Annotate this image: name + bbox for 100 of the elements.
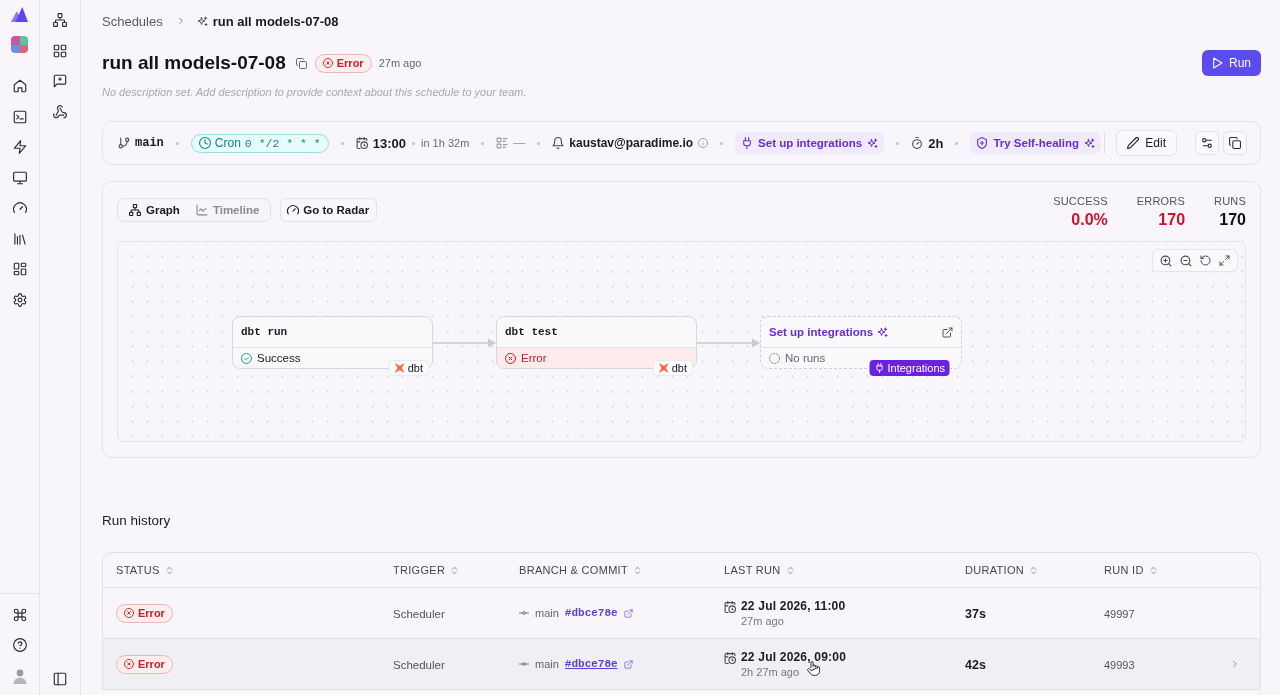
stat-value: 0.0% xyxy=(1071,210,1108,230)
zoom-in-icon[interactable] xyxy=(1160,254,1172,267)
run-date: 22 Jul 2026, 11:00 xyxy=(741,599,846,613)
sort-icon xyxy=(1029,565,1039,575)
bell-icon xyxy=(552,137,565,149)
settings-icon[interactable] xyxy=(12,292,27,307)
dashed-circle-icon xyxy=(769,352,780,364)
sort-icon xyxy=(164,565,174,575)
notifier-value: — xyxy=(513,136,526,150)
message-icon[interactable] xyxy=(53,74,67,88)
node-title: dbt run xyxy=(241,326,288,338)
duplicate-button[interactable] xyxy=(1223,131,1247,155)
copy-icon xyxy=(1229,137,1241,149)
lightning-icon[interactable] xyxy=(12,140,27,154)
pencil-icon xyxy=(1127,137,1140,149)
hierarchy-icon[interactable] xyxy=(53,13,67,27)
rotate-icon[interactable] xyxy=(1200,255,1211,266)
duration-text: 37s xyxy=(965,607,986,621)
edit-button[interactable]: Edit xyxy=(1116,130,1177,156)
sort-icon xyxy=(1148,565,1158,575)
library-icon[interactable] xyxy=(12,231,27,246)
node-status: Error xyxy=(521,352,547,364)
x-circle-icon xyxy=(322,58,333,68)
chevron-right-icon xyxy=(1230,659,1240,669)
branch-name: main xyxy=(535,658,559,670)
plug-icon xyxy=(741,137,754,149)
blocks-icon xyxy=(496,137,509,149)
status-text: Error xyxy=(336,57,364,69)
options-button[interactable] xyxy=(1195,131,1219,155)
sparkle-icon xyxy=(867,137,879,149)
help-icon[interactable] xyxy=(12,638,27,652)
sort-icon xyxy=(450,565,460,575)
node-status: Success xyxy=(257,352,301,364)
table-row[interactable]: Error Scheduler main #dbce78e 22 Jul 2026, 09:00 2h 27m ago 42s 49993 xyxy=(103,639,1260,690)
hierarchy-icon xyxy=(129,204,141,216)
home-icon[interactable] xyxy=(12,79,27,93)
grid-icon[interactable] xyxy=(53,43,67,58)
next-run-time: 13:00 xyxy=(372,135,406,151)
line-chart-icon xyxy=(195,204,208,216)
description-hint: No description set. Add description to provide context about this schedule to your team. xyxy=(102,85,527,100)
breadcrumb-link[interactable]: Schedules xyxy=(102,13,163,29)
stat-label: RUNS xyxy=(1214,194,1246,208)
trigger-text: Scheduler xyxy=(393,608,445,620)
webhook-icon[interactable] xyxy=(53,104,67,119)
column-header[interactable]: DURATION xyxy=(965,564,1039,576)
column-header[interactable]: STATUS xyxy=(116,564,174,576)
stat-label: SUCCESS xyxy=(1053,194,1108,208)
run-button[interactable]: Run xyxy=(1202,50,1261,76)
commit-icon xyxy=(519,659,529,669)
plug-icon xyxy=(874,363,885,373)
column-header[interactable]: RUN ID xyxy=(1104,564,1158,576)
status-text: Error xyxy=(138,658,165,670)
column-header[interactable]: TRIGGER xyxy=(393,564,460,576)
sidebar-toggle-icon[interactable] xyxy=(53,672,67,686)
section-title: Run history xyxy=(102,512,171,530)
column-header[interactable]: LAST RUN xyxy=(724,564,795,576)
branch-icon xyxy=(118,137,130,149)
zoom-out-icon[interactable] xyxy=(1180,254,1192,267)
check-circle-icon xyxy=(241,352,252,364)
external-link-icon[interactable] xyxy=(623,608,633,618)
timeout-value: 2h xyxy=(928,135,944,151)
stat-value: 170 xyxy=(1158,210,1186,230)
notification-email: kaustav@paradime.io xyxy=(569,136,694,150)
sliders-icon xyxy=(1201,137,1213,149)
expand-icon[interactable] xyxy=(1219,255,1230,266)
sparkle-icon xyxy=(877,326,889,338)
cross-logo-icon xyxy=(658,363,669,373)
radar-button[interactable]: Go to Radar xyxy=(280,198,378,222)
copy-icon[interactable] xyxy=(295,57,307,69)
command-icon[interactable] xyxy=(12,608,27,622)
trigger-text: Scheduler xyxy=(393,659,445,671)
cross-logo-icon xyxy=(394,363,405,373)
cron-label: Cron xyxy=(214,136,241,150)
run-age: 2h 27m ago xyxy=(741,666,800,678)
external-link-icon[interactable] xyxy=(942,326,953,338)
integrations-button[interactable]: Set up integrations xyxy=(735,132,885,154)
run-age: 27m ago xyxy=(741,615,784,627)
node-title: dbt test xyxy=(505,326,558,338)
monitor-icon[interactable] xyxy=(12,170,27,185)
column-header[interactable]: BRANCH & COMMIT xyxy=(519,564,642,576)
timer-icon xyxy=(911,137,924,149)
run-id: 49997 xyxy=(1104,608,1135,620)
app-logo-icon[interactable] xyxy=(11,7,28,22)
branch-name: main xyxy=(535,607,559,619)
commit-link[interactable]: #dbce78e xyxy=(564,607,618,619)
sparkle-icon xyxy=(196,15,208,27)
terminal-icon[interactable] xyxy=(12,109,27,124)
workspace-logo-icon[interactable] xyxy=(11,36,28,53)
next-run-relative: in 1h 32m xyxy=(421,137,470,149)
branch-name: main xyxy=(135,136,164,150)
commit-link[interactable]: #dbce78e xyxy=(564,658,618,670)
sort-icon xyxy=(785,565,795,575)
gauge-icon[interactable] xyxy=(12,201,27,215)
dashboard-icon[interactable] xyxy=(12,262,27,276)
self-healing-button[interactable]: Try Self-healing xyxy=(970,132,1102,154)
commit-icon xyxy=(519,608,529,618)
stat-value: 170 xyxy=(1219,210,1246,230)
node-status: No runs xyxy=(785,352,826,364)
play-icon xyxy=(1211,57,1223,69)
view-tab[interactable]: Graph xyxy=(121,199,188,221)
